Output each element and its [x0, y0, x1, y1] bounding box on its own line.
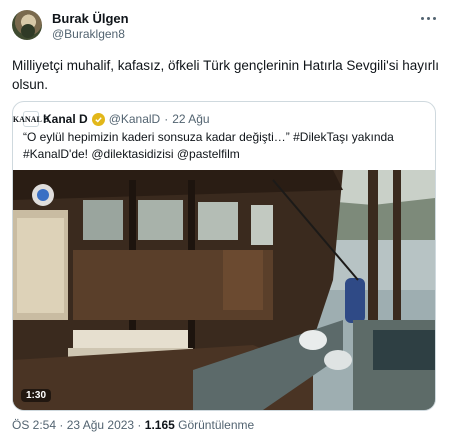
tweet-timestamp[interactable]: ÖS 2:54 · 23 Ağu 2023 ·: [12, 418, 145, 432]
views-count: 1.165: [144, 418, 175, 432]
author-handle[interactable]: @Buraklgen8: [52, 27, 125, 41]
quoted-tweet-text: “O eylül hepimizin kaderi sonsuza kadar …: [23, 130, 394, 161]
video-thumbnail: [13, 170, 435, 410]
quoted-date[interactable]: 22 Ağu: [172, 112, 209, 126]
quoted-author-name[interactable]: Kanal D: [43, 112, 88, 126]
separator-dot: ·: [164, 112, 169, 126]
author-avatar[interactable]: [12, 10, 42, 40]
quoted-tweet[interactable]: KANAL D Kanal D @KanalD · 22 Ağu “O eylü…: [12, 101, 436, 411]
quoted-author-avatar[interactable]: KANAL D: [13, 111, 49, 127]
video-duration: 1:30: [21, 389, 52, 402]
tweet-text: Milliyetçi muhalif, kafasız, öfkeli Türk…: [12, 58, 439, 92]
video-player[interactable]: 1:30: [13, 170, 435, 410]
author-name[interactable]: Burak Ülgen: [52, 11, 129, 26]
quoted-author-handle[interactable]: @KanalD: [109, 112, 161, 126]
verified-badge-icon: [91, 112, 105, 126]
more-options-icon[interactable]: [419, 12, 437, 24]
views-label: Görüntülenme: [174, 418, 255, 432]
quoted-tweet-header: KANAL D Kanal D @KanalD · 22 Ağu: [13, 111, 210, 127]
tweet: Burak Ülgen @Buraklgen8 Milliyetçi muhal…: [0, 0, 453, 436]
tweet-meta: ÖS 2:54 · 23 Ağu 2023 · 1.165 Görüntülen…: [12, 418, 254, 432]
